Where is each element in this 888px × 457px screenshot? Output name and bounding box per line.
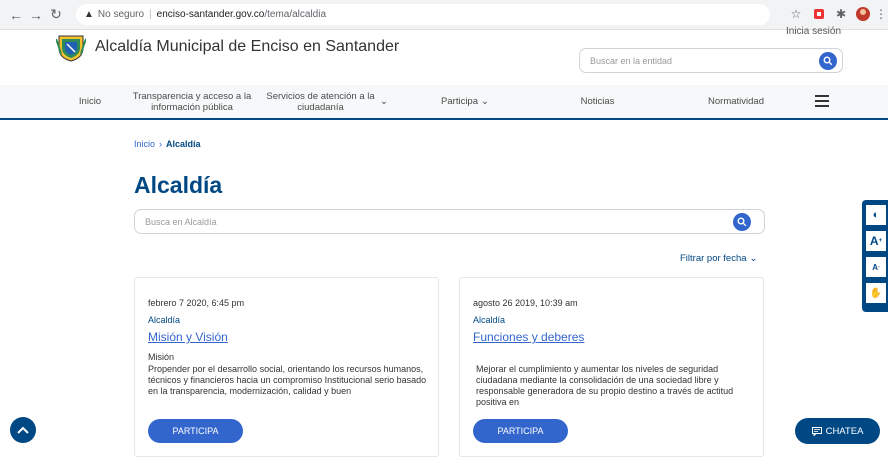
card-title-link[interactable]: Funciones y deberes	[473, 330, 584, 344]
site-header: Alcaldía Municipal de Enciso en Santande…	[0, 26, 888, 85]
main-navigation: Inicio Transparencia y acceso a la infor…	[0, 85, 888, 120]
nav-item-participa[interactable]: Participa ⌄	[430, 85, 500, 118]
contrast-icon[interactable]: ◐	[866, 205, 886, 225]
search-icon	[823, 56, 833, 66]
chevron-up-icon	[17, 426, 29, 434]
section-search-placeholder: Busca en Alcaldía	[145, 216, 217, 227]
section-search-input[interactable]: Busca en Alcaldía	[134, 209, 765, 234]
content-card: agosto 26 2019, 10:39 am Alcaldía Funcio…	[459, 277, 764, 457]
avatar[interactable]	[855, 6, 871, 22]
extension-icon[interactable]	[811, 6, 827, 22]
forward-icon[interactable]: →	[26, 5, 46, 25]
menu-icon[interactable]	[815, 95, 829, 107]
breadcrumb: Inicio › Alcaldía	[134, 139, 201, 149]
chevron-down-icon: ⌄	[380, 96, 388, 107]
content-card: febrero 7 2020, 6:45 pm Alcaldía Misión …	[134, 277, 439, 457]
nav-label: Noticias	[580, 96, 615, 107]
security-label: No seguro	[97, 9, 145, 20]
nav-item-noticias[interactable]: Noticias	[570, 85, 625, 118]
breadcrumb-current: Alcaldía	[166, 139, 201, 149]
municipal-logo[interactable]	[55, 34, 87, 62]
card-date: febrero 7 2020, 6:45 pm	[148, 298, 245, 308]
header-search-placeholder: Buscar en la entidad	[590, 55, 673, 66]
chevron-down-icon: ⌄	[481, 96, 489, 107]
warning-icon: ▲	[84, 9, 94, 20]
chat-icon	[811, 426, 822, 436]
nav-item-transparencia[interactable]: Transparencia y acceso a la información …	[130, 85, 254, 118]
section-search-button[interactable]	[733, 213, 751, 231]
nav-label: Transparencia y acceso a la información …	[132, 90, 252, 113]
star-icon[interactable]: ☆	[788, 6, 804, 22]
header-search-input[interactable]: Buscar en la entidad	[579, 48, 843, 73]
nav-label: Normatividad	[708, 96, 764, 107]
font-decrease-icon[interactable]: A-	[866, 257, 886, 277]
chat-label: CHATEA	[825, 425, 864, 437]
breadcrumb-home[interactable]: Inicio	[134, 139, 155, 149]
card-category[interactable]: Alcaldía	[148, 315, 180, 325]
header-search-button[interactable]	[819, 52, 837, 70]
page-title: Alcaldía	[134, 172, 223, 198]
card-title-link[interactable]: Misión y Visión	[148, 330, 228, 344]
chevron-down-icon: ⌄	[749, 253, 758, 264]
chevron-right-icon: ›	[159, 139, 163, 149]
puzzle-icon[interactable]: ✱	[833, 6, 849, 22]
card-excerpt: Mejorar el cumplimiento y aumentar los n…	[476, 364, 734, 407]
more-icon[interactable]: ⋮	[875, 6, 887, 22]
card-excerpt: Propender por el desarrollo social, orie…	[148, 364, 427, 396]
nav-label: Inicio	[78, 96, 102, 107]
nav-item-servicios[interactable]: Servicios de atención a la ciudadanía ⌄	[264, 85, 388, 118]
participa-button[interactable]: PARTICIPA	[473, 419, 568, 443]
font-increase-icon[interactable]: A +	[866, 231, 886, 251]
url-divider: |	[149, 9, 152, 20]
url-path: /tema/alcaldia	[264, 9, 327, 20]
nav-item-inicio[interactable]: Inicio	[70, 85, 110, 118]
sign-language-icon[interactable]: ✋	[866, 283, 886, 303]
back-icon[interactable]: ←	[6, 5, 26, 25]
login-link[interactable]: Inicia sesión	[786, 26, 841, 37]
date-filter-label: Filtrar por fecha	[680, 253, 747, 264]
card-date: agosto 26 2019, 10:39 am	[473, 298, 578, 308]
accessibility-toolbar: ◐ A + A- ✋	[862, 200, 888, 312]
card-subtitle: Misión	[148, 352, 175, 362]
chat-button[interactable]: CHATEA	[795, 418, 880, 444]
participa-button[interactable]: PARTICIPA	[148, 419, 243, 443]
search-icon	[737, 217, 747, 227]
nav-label: Servicios de atención a la ciudadanía	[266, 90, 375, 113]
date-filter[interactable]: Filtrar por fecha ⌄	[680, 253, 758, 264]
reload-icon[interactable]: ↻	[46, 5, 66, 25]
nav-label: Participa	[441, 96, 478, 107]
url-host: enciso-santander.gov.co	[156, 9, 265, 20]
scroll-to-top-button[interactable]	[10, 417, 36, 443]
site-title[interactable]: Alcaldía Municipal de Enciso en Santande…	[95, 38, 399, 56]
card-category[interactable]: Alcaldía	[473, 315, 505, 325]
browser-toolbar: ← → ↻ ▲ No seguro | enciso-santander.gov…	[0, 0, 888, 30]
nav-item-normatividad[interactable]: Normatividad	[697, 85, 775, 118]
address-bar[interactable]: ▲ No seguro | enciso-santander.gov.co /t…	[76, 4, 770, 25]
